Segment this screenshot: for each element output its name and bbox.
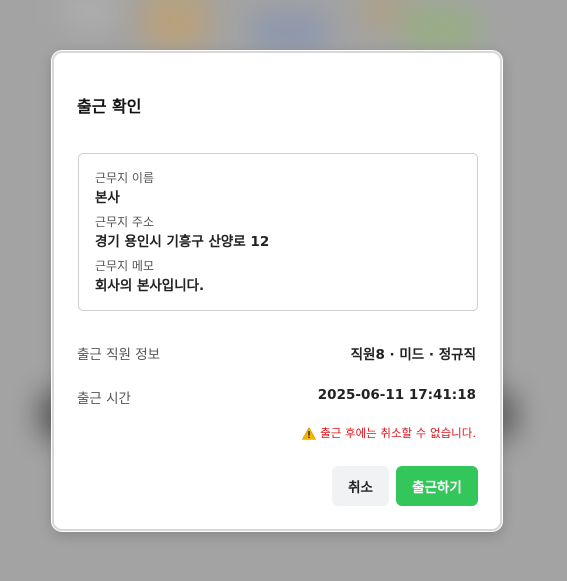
workplace-name-value: 본사 [95, 190, 120, 206]
warning-message: 출근 후에는 취소할 수 없습니다. [302, 425, 476, 441]
check-in-button[interactable]: 출근하기 [396, 466, 478, 506]
check-in-dialog: 출근 확인 근무지 이름 본사 근무지 주소 경기 용인시 기흥구 산양로 12… [52, 51, 502, 531]
background-blur [250, 10, 330, 55]
workplace-address-label: 근무지 주소 [95, 215, 155, 229]
cancel-button[interactable]: 취소 [332, 466, 389, 506]
background-blur [400, 5, 480, 50]
warning-icon [302, 426, 317, 440]
check-in-time-value: 2025-06-11 17:41:18 [317, 387, 476, 403]
dialog-title: 출근 확인 [77, 97, 142, 116]
background-blur [140, 0, 210, 50]
workplace-address-value: 경기 용인시 기흥구 산양로 12 [95, 234, 270, 250]
workplace-name-label: 근무지 이름 [95, 171, 155, 185]
warning-text: 출근 후에는 취소할 수 없습니다. [320, 426, 476, 440]
employee-info-label: 출근 직원 정보 [77, 347, 161, 363]
check-in-time-label: 출근 시간 [77, 391, 131, 407]
background-blur [60, 0, 120, 30]
employee-info-value: 직원8 · 미드 · 정규직 [350, 347, 476, 363]
workplace-memo-value: 회사의 본사입니다. [95, 278, 205, 294]
workplace-memo-label: 근무지 메모 [95, 259, 155, 273]
workplace-info-card: 근무지 이름 본사 근무지 주소 경기 용인시 기흥구 산양로 12 근무지 메… [78, 153, 478, 311]
